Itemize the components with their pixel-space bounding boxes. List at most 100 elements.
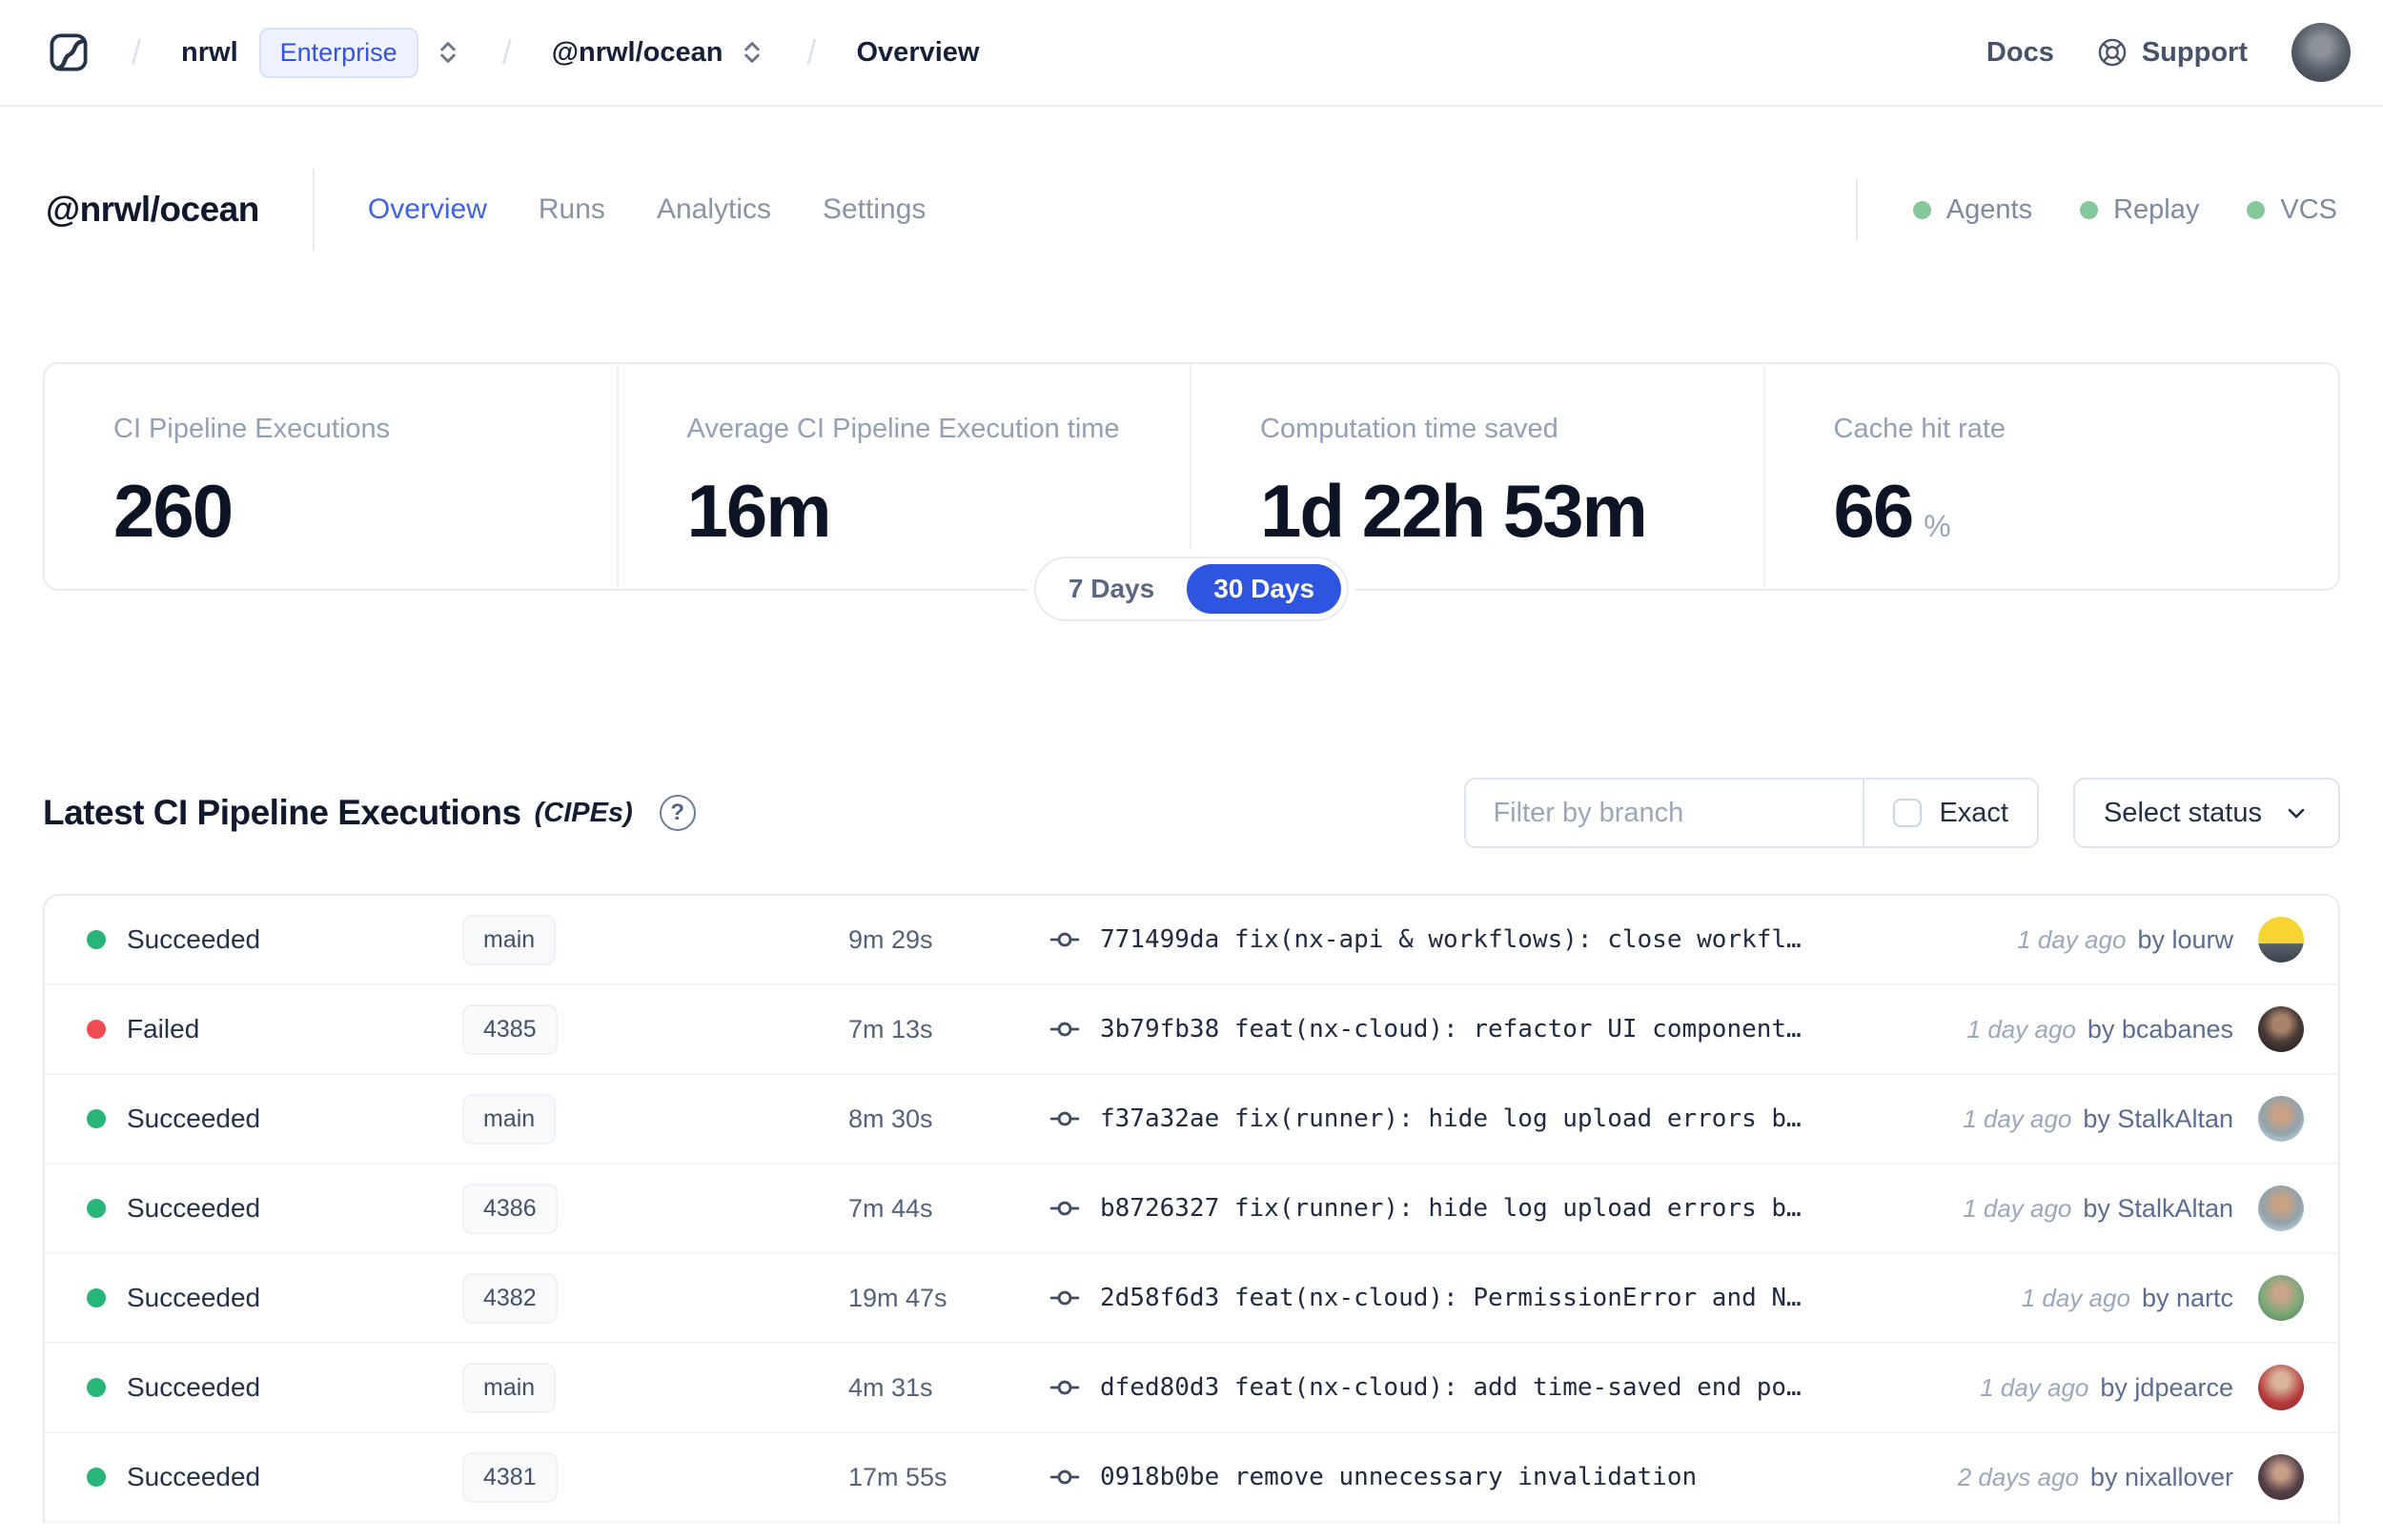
cipe-table-row[interactable]: Succeeded main 4m 31s dfed80d3 feat(nx-c… xyxy=(45,1344,2338,1433)
stats-section: CI Pipeline Executions 260 Average CI Pi… xyxy=(43,362,2340,621)
tab-runs[interactable]: Runs xyxy=(539,193,605,226)
cipe-status-cell: Succeeded xyxy=(87,1462,462,1492)
meta-cell: 2 days ago by nixallover xyxy=(1958,1454,2304,1500)
commit-message[interactable]: 3b79fb38 feat(nx-cloud): refactor UI com… xyxy=(1100,1015,1802,1044)
commit-cell: dfed80d3 feat(nx-cloud): add time-saved … xyxy=(1049,1371,1980,1404)
meta-cell: 1 day ago by nartc xyxy=(2022,1275,2304,1321)
range-option-30-days[interactable]: 30 Days xyxy=(1187,564,1342,614)
relative-time-label: 1 day ago xyxy=(1963,1193,2072,1223)
stat-value: 16m xyxy=(687,468,1171,555)
commit-message[interactable]: dfed80d3 feat(nx-cloud): add time-saved … xyxy=(1100,1373,1802,1402)
cipe-status-cell: Succeeded xyxy=(87,1372,462,1403)
commit-message[interactable]: 771499da fix(nx-api & workflows): close … xyxy=(1100,925,1802,954)
tab-analytics[interactable]: Analytics xyxy=(657,193,771,226)
commit-message[interactable]: 0918b0be remove unnecessary invalidation xyxy=(1100,1463,1697,1491)
meta-cell: 1 day ago by jdpearce xyxy=(1980,1365,2304,1410)
user-avatar[interactable] xyxy=(2291,23,2351,82)
org-switcher-button[interactable] xyxy=(434,38,462,67)
git-commit-icon xyxy=(1049,1013,1081,1045)
cipe-table-row[interactable]: Succeeded 4381 17m 55s 0918b0be remove u… xyxy=(45,1433,2338,1523)
exact-match-toggle[interactable]: Exact xyxy=(1864,780,2037,846)
commit-message[interactable]: b8726327 fix(runner): hide log upload er… xyxy=(1100,1194,1802,1223)
cipe-title: Latest CI Pipeline Executions xyxy=(43,793,521,832)
topbar: / nrwl Enterprise / @nrwl/ocean / Overvi… xyxy=(0,0,2383,107)
tab-settings[interactable]: Settings xyxy=(823,193,926,226)
commit-cell: b8726327 fix(runner): hide log upload er… xyxy=(1049,1192,1963,1225)
stat-value-text: 16m xyxy=(686,469,832,553)
workspace-switcher-button[interactable] xyxy=(738,38,766,67)
cipe-table-row[interactable]: Succeeded 4382 19m 47s 2d58f6d3 feat(nx-… xyxy=(45,1254,2338,1344)
status-dot-icon xyxy=(87,1288,106,1307)
branch-badge: 4386 xyxy=(462,1183,558,1234)
stat-label: Computation time saved xyxy=(1260,414,1558,444)
branch-filter-group: Exact xyxy=(1464,778,2039,848)
git-commit-icon xyxy=(1049,1371,1081,1404)
duration-label: 9m 29s xyxy=(848,924,933,954)
duration-label: 19m 47s xyxy=(848,1283,947,1312)
author-avatar xyxy=(2258,1454,2304,1500)
branch-badge: main xyxy=(462,1093,557,1145)
exact-checkbox[interactable] xyxy=(1893,799,1923,827)
duration-label: 7m 13s xyxy=(848,1014,933,1044)
git-commit-icon xyxy=(1049,1461,1081,1493)
relative-time-label: 2 days ago xyxy=(1957,1462,2079,1491)
author-avatar xyxy=(2258,1365,2304,1410)
help-icon[interactable]: ? xyxy=(659,795,696,831)
status-dot-icon xyxy=(87,1020,106,1039)
range-option-7-days[interactable]: 7 Days xyxy=(1042,564,1181,614)
divider xyxy=(312,169,315,251)
select-status-dropdown[interactable]: Select status xyxy=(2072,778,2340,848)
cipe-table: Succeeded main 9m 29s 771499da fix(nx-ap… xyxy=(43,894,2340,1523)
commit-message[interactable]: f37a32ae fix(runner): hide log upload er… xyxy=(1100,1104,1802,1133)
stat-value: 260 xyxy=(113,468,598,555)
cipe-table-row[interactable]: Succeeded main 9m 29s 771499da fix(nx-ap… xyxy=(45,896,2338,985)
breadcrumb-org[interactable]: nrwl xyxy=(181,37,238,69)
cipe-title-suffix: (CIPEs) xyxy=(534,797,633,828)
status-dot-icon xyxy=(87,1109,106,1128)
status-label: Succeeded xyxy=(127,1462,261,1491)
workspace-title: @nrwl/ocean xyxy=(46,190,259,229)
cipe-table-row[interactable]: Succeeded 4386 7m 44s b8726327 fix(runne… xyxy=(45,1165,2338,1254)
nx-cloud-logo-icon[interactable] xyxy=(46,30,92,75)
relative-time-label: 1 day ago xyxy=(1980,1372,2089,1402)
git-commit-icon xyxy=(1049,1103,1081,1135)
relative-time-label: 1 day ago xyxy=(1963,1104,2072,1133)
relative-time-label: 1 day ago xyxy=(2021,1283,2130,1312)
divider xyxy=(1855,178,1858,241)
commit-cell: 2d58f6d3 feat(nx-cloud): PermissionError… xyxy=(1049,1282,2022,1314)
stat-suffix: % xyxy=(1924,509,1951,543)
author-avatar xyxy=(2258,1096,2304,1142)
commit-message[interactable]: 2d58f6d3 feat(nx-cloud): PermissionError… xyxy=(1100,1284,1802,1312)
cipe-section-header: Latest CI Pipeline Executions (CIPEs) ? … xyxy=(43,778,2340,848)
branch-filter-input[interactable] xyxy=(1466,780,1864,846)
author-label: by nixallover xyxy=(2089,1462,2233,1491)
stat-card-cache-hit-rate: Cache hit rate 66% xyxy=(1765,364,2339,589)
stat-value-text: 260 xyxy=(113,469,234,553)
chevron-updown-icon xyxy=(439,42,456,63)
author-label: by nartc xyxy=(2141,1283,2233,1312)
cipe-status-cell: Failed xyxy=(87,1014,462,1044)
relative-time-label: 1 day ago xyxy=(1966,1014,2076,1044)
status-label: Succeeded xyxy=(127,1372,261,1402)
tab-overview[interactable]: Overview xyxy=(368,193,487,226)
docs-link[interactable]: Docs xyxy=(1986,37,2054,69)
breadcrumb-workspace[interactable]: @nrwl/ocean xyxy=(552,37,723,69)
status-replay: Replay xyxy=(2080,194,2199,226)
author-avatar xyxy=(2258,917,2304,962)
branch-badge: 4381 xyxy=(462,1451,558,1503)
status-label: Succeeded xyxy=(127,1283,261,1312)
branch-badge: main xyxy=(462,914,557,965)
duration-label: 8m 30s xyxy=(848,1104,933,1133)
workspace-tabs: Overview Runs Analytics Settings xyxy=(368,193,927,226)
cipe-table-row[interactable]: Failed 4385 7m 13s 3b79fb38 feat(nx-clou… xyxy=(45,985,2338,1075)
duration-label: 4m 31s xyxy=(848,1372,933,1402)
commit-cell: 0918b0be remove unnecessary invalidation xyxy=(1049,1461,1958,1493)
workspace-header: @nrwl/ocean Overview Runs Analytics Sett… xyxy=(46,164,2337,255)
author-label: by StalkAltan xyxy=(2083,1193,2233,1223)
support-label: Support xyxy=(2141,36,2248,68)
author-label: by lourw xyxy=(2137,924,2233,954)
cipe-table-row[interactable]: Succeeded main 8m 30s f37a32ae fix(runne… xyxy=(45,1075,2338,1165)
status-label: Succeeded xyxy=(127,1193,261,1223)
support-link[interactable]: Support xyxy=(2096,36,2248,69)
stat-label: CI Pipeline Executions xyxy=(113,414,391,444)
